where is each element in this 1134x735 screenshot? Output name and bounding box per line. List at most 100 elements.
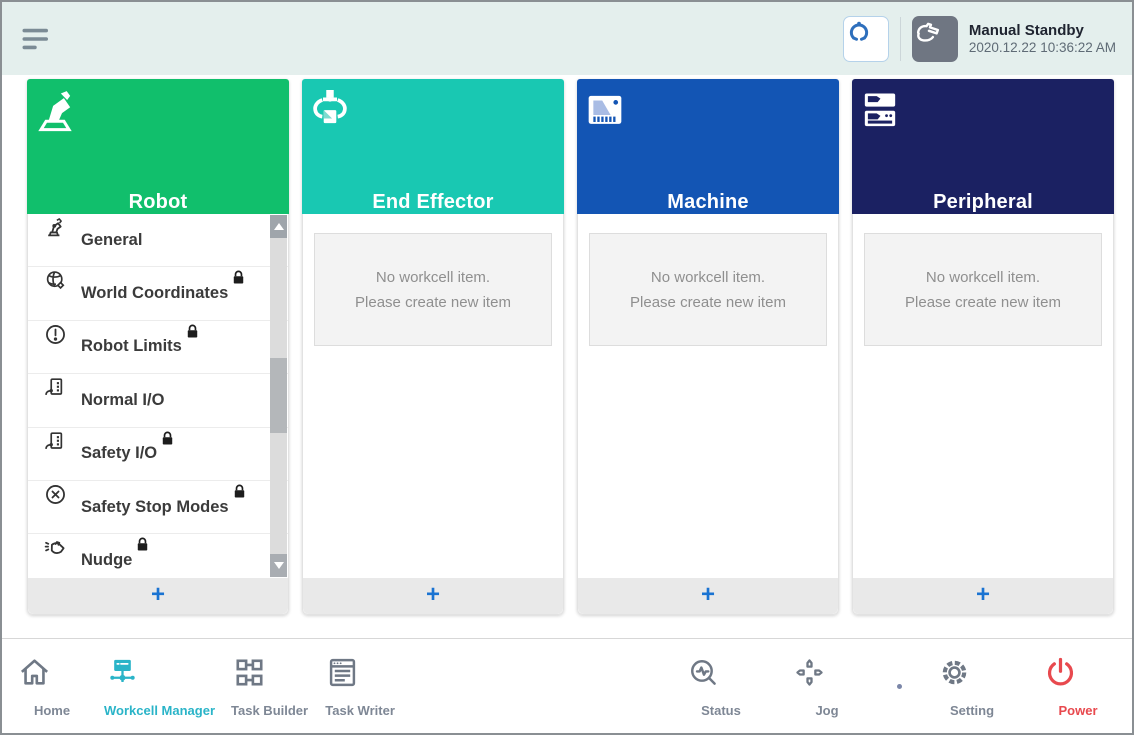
nav-label: Jog (815, 703, 838, 718)
nav-item-status[interactable]: Status (685, 654, 757, 718)
robot-status: Manual Standby 2020.12.22 10:36:22 AM (969, 23, 1116, 55)
column-peripheral-header[interactable]: Peripheral (852, 79, 1114, 214)
robot-arm-icon (42, 214, 69, 266)
column-peripheral: Peripheral No workcell item. Please crea… (852, 79, 1114, 615)
nav-group-left: Home Workcell Manager Task Builder Task … (16, 654, 396, 718)
add-peripheral-item-button[interactable]: + (853, 578, 1113, 614)
arrow-up-icon (274, 223, 284, 230)
add-end-effector-item-button[interactable]: + (303, 578, 563, 614)
lock-icon (228, 267, 262, 319)
column-machine: Machine No workcell item. Please create … (577, 79, 839, 615)
lock-icon (229, 481, 262, 533)
top-bar-status-group: Manual Standby 2020.12.22 10:36:22 AM (843, 16, 1116, 62)
scrollbar-thumb[interactable] (270, 358, 287, 433)
plus-icon: + (151, 583, 165, 607)
column-peripheral-title: Peripheral (933, 191, 1033, 214)
list-item-label: Nudge (81, 551, 132, 570)
list-item-label: Normal I/O (81, 391, 164, 410)
column-machine-body: No workcell item. Please create new item… (577, 214, 839, 615)
hamburger-icon (18, 21, 58, 57)
list-item-normal-io[interactable]: Normal I/O (28, 374, 288, 427)
robot-status-title: Manual Standby (969, 23, 1116, 38)
list-item-label: Safety Stop Modes (81, 498, 229, 517)
scroll-down-button[interactable] (270, 554, 287, 577)
end-effector-icon (302, 83, 564, 181)
add-machine-item-button[interactable]: + (578, 578, 838, 614)
nav-label: Task Builder (231, 703, 308, 718)
lock-icon (182, 321, 262, 373)
column-machine-header[interactable]: Machine (577, 79, 839, 214)
top-bar: Manual Standby 2020.12.22 10:36:22 AM (2, 2, 1132, 75)
empty-line-2: Please create new item (355, 294, 511, 311)
column-end-effector-body: No workcell item. Please create new item… (302, 214, 564, 615)
power-icon (1042, 654, 1114, 696)
workcell-manager-icon (104, 654, 215, 696)
robot-status-timestamp: 2020.12.22 10:36:22 AM (969, 41, 1116, 55)
plus-icon: + (976, 583, 990, 607)
robot-icon (27, 83, 289, 181)
empty-line-1: No workcell item. (926, 269, 1040, 286)
column-end-effector-header[interactable]: End Effector (302, 79, 564, 214)
nav-label: Setting (950, 703, 994, 718)
column-robot-title: Robot (129, 191, 188, 214)
nav-item-power[interactable]: Power (1042, 654, 1114, 718)
list-item-label: World Coordinates (81, 284, 228, 303)
gripper-icon (844, 17, 888, 61)
bottom-navigation: Home Workcell Manager Task Builder Task … (2, 638, 1132, 733)
peripheral-icon (852, 83, 1114, 181)
empty-state-message: No workcell item. Please create new item (314, 233, 552, 346)
nav-item-workcell-manager[interactable]: Workcell Manager (104, 654, 215, 718)
home-icon (16, 654, 88, 696)
nav-item-task-builder[interactable]: Task Builder (231, 654, 308, 718)
empty-line-2: Please create new item (630, 294, 786, 311)
scroll-up-button[interactable] (270, 215, 287, 238)
column-robot-body: General World Coordinates Robot Limits (27, 214, 289, 615)
nav-label: Workcell Manager (104, 703, 215, 718)
column-end-effector-title: End Effector (372, 191, 493, 214)
nav-group-right: Status Jog Setting Power (685, 654, 1114, 718)
list-item-safety-io[interactable]: Safety I/O (28, 428, 288, 481)
empty-line-1: No workcell item. (651, 269, 765, 286)
list-item-label: Robot Limits (81, 337, 182, 356)
empty-line-1: No workcell item. (376, 269, 490, 286)
add-robot-item-button[interactable]: + (28, 578, 288, 614)
list-item-robot-limits[interactable]: Robot Limits (28, 321, 288, 374)
dot-icon (897, 684, 902, 689)
machine-icon (577, 83, 839, 181)
nav-item-jog[interactable]: Jog (791, 654, 863, 718)
hamburger-menu-button[interactable] (18, 21, 58, 57)
column-machine-title: Machine (667, 191, 748, 214)
plus-icon: + (426, 583, 440, 607)
empty-line-2: Please create new item (905, 294, 1061, 311)
task-writer-icon (324, 654, 396, 696)
list-item-label: Safety I/O (81, 444, 157, 463)
empty-state-message: No workcell item. Please create new item (864, 233, 1102, 346)
workcell-columns: Robot General World Coordinates (27, 79, 1114, 615)
column-end-effector: End Effector No workcell item. Please cr… (302, 79, 564, 615)
lock-icon (157, 428, 262, 480)
teach-pendant-screen: Manual Standby 2020.12.22 10:36:22 AM Ro… (0, 0, 1134, 735)
robot-mode-button[interactable] (843, 16, 889, 62)
task-builder-icon (231, 654, 308, 696)
robot-list-scrollbar[interactable] (270, 215, 287, 577)
list-item-label: General (81, 231, 142, 250)
status-icon (685, 654, 757, 696)
manual-hand-icon (912, 16, 958, 62)
nav-label: Status (701, 703, 741, 718)
nav-item-setting[interactable]: Setting (936, 654, 1008, 718)
column-robot-header[interactable]: Robot (27, 79, 289, 214)
list-item-world-coordinates[interactable]: World Coordinates (28, 267, 288, 320)
nav-item-task-writer[interactable]: Task Writer (324, 654, 396, 718)
nav-label: Home (34, 703, 70, 718)
robot-limits-icon (42, 321, 69, 373)
io-icon (42, 428, 69, 480)
arrow-down-icon (274, 562, 284, 569)
robot-workcell-list: General World Coordinates Robot Limits (28, 214, 288, 614)
list-item-general[interactable]: General (28, 214, 288, 267)
plus-icon: + (701, 583, 715, 607)
nav-item-home[interactable]: Home (16, 654, 88, 718)
manual-mode-badge[interactable] (912, 16, 958, 62)
jog-icon (791, 654, 863, 696)
list-item-safety-stop-modes[interactable]: Safety Stop Modes (28, 481, 288, 534)
top-bar-divider (900, 17, 901, 61)
